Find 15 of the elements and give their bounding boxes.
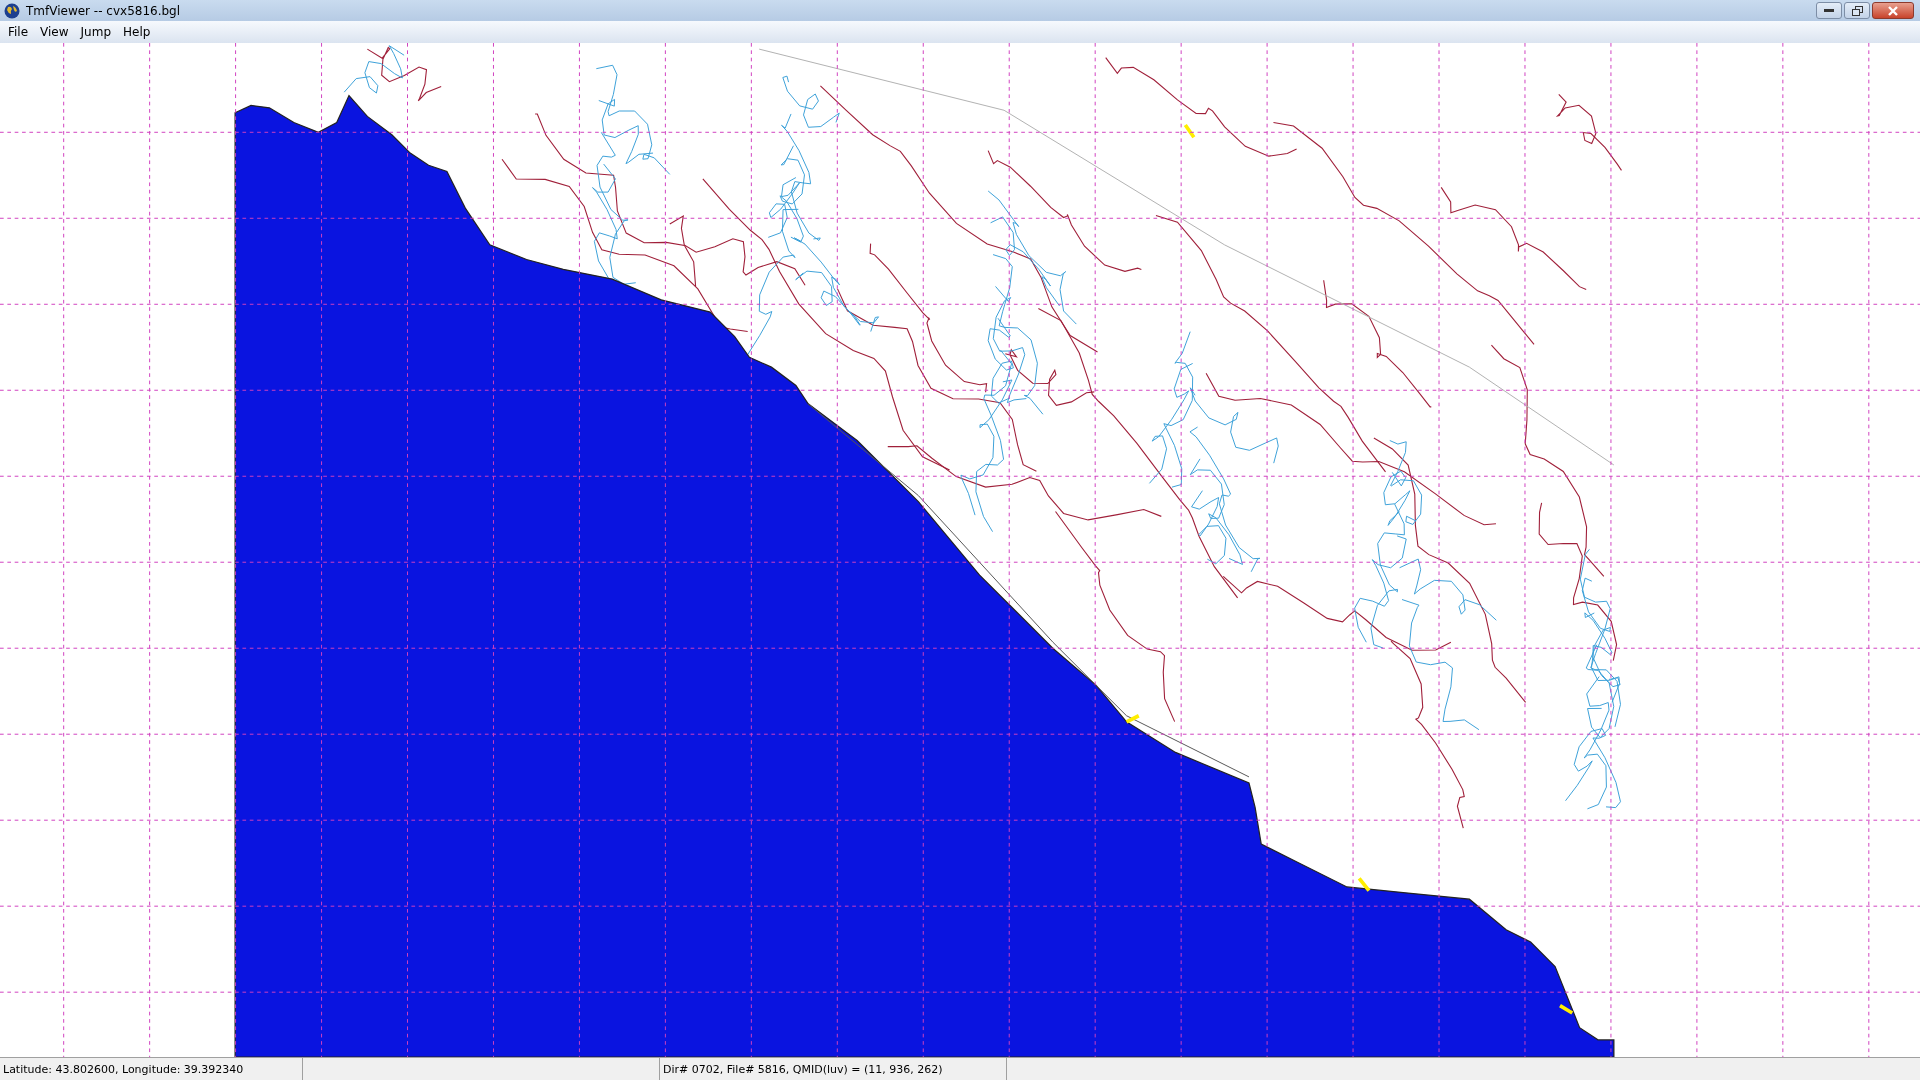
menu-item[interactable]: Jump [74,23,118,41]
coordinates-status: Latitude: 43.802600, Longitude: 39.392340 [0,1058,303,1080]
window-title: TmfViewer -- cvx5816.bgl [26,3,182,18]
close-icon [1887,5,1899,16]
globe-icon [4,2,20,19]
minimize-button[interactable] [1816,2,1842,19]
menu-item[interactable]: File [2,23,35,41]
map-canvas[interactable] [0,43,1920,1057]
restore-button[interactable] [1844,2,1870,19]
restore-icon [1851,5,1863,16]
file-info-status: Dir# 0702, File# 5816, QMID(luv) = (11, 936, 262) [660,1058,1007,1080]
close-button[interactable] [1872,2,1914,19]
menu-item[interactable]: View [34,23,75,41]
minimize-icon [1824,8,1834,13]
menu-item[interactable]: Help [117,23,157,41]
